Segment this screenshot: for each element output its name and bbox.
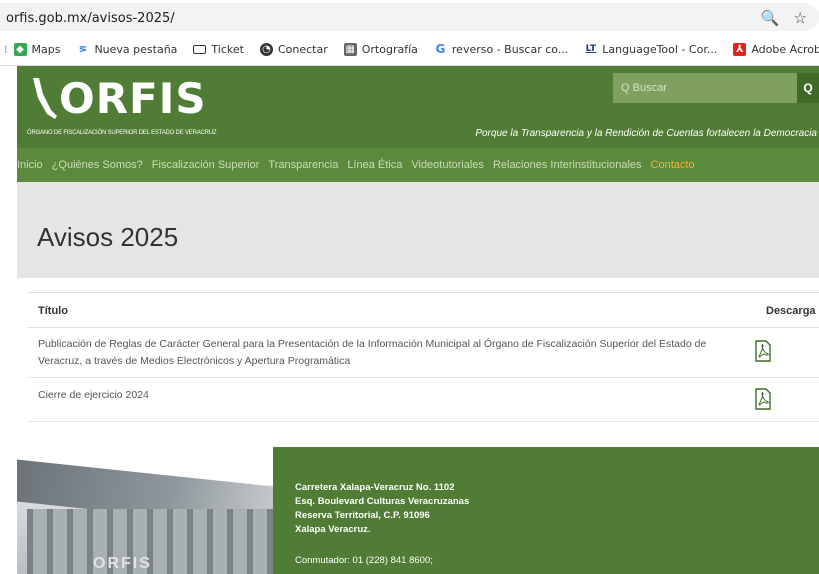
bookmarks-more-icon[interactable]: ⁝: [4, 43, 8, 56]
veracruz-state-icon: [33, 78, 57, 119]
pdf-icon[interactable]: [754, 340, 772, 362]
site-footer: ORFIS Carretera Xalapa-Veracruz No. 1102…: [17, 447, 819, 574]
tagline: Porque la Transparencia y la Rendición d…: [475, 128, 817, 139]
logo-text: ORFIS: [59, 74, 207, 123]
search-icon: Q: [803, 81, 813, 95]
ticket-icon: [193, 45, 207, 54]
nav-item-transparencia[interactable]: Transparencia: [268, 159, 338, 171]
notice-title-link[interactable]: Publicación de Reglas de Carácter Genera…: [38, 336, 748, 370]
building-sign: ORFIS: [93, 555, 152, 572]
nav-item-fiscalizacion-superior[interactable]: Fiscalización Superior: [152, 159, 260, 171]
bookmark-label: Conectar: [277, 43, 328, 56]
notices-table: Título Descarga Publicación de Reglas de…: [27, 292, 819, 422]
bookmark-adobe-acrobat[interactable]: ⅄ Adobe Acrobat: [733, 43, 819, 56]
table-row: Cierre de ejercicio 2024: [27, 378, 819, 422]
building-photo: ORFIS: [17, 447, 273, 574]
pdf-icon[interactable]: [754, 388, 772, 410]
url-field[interactable]: orfis.gob.mx/avisos-2025/ 🔍 ☆: [0, 3, 819, 31]
star-icon[interactable]: ☆: [794, 9, 807, 27]
search-input[interactable]: Q Buscar: [613, 73, 797, 103]
main-nav: Inicio ¿Quiénes Somos? Fiscalización Sup…: [17, 148, 819, 182]
new-tab-icon: ⋝: [78, 44, 88, 55]
google-icon: G: [435, 42, 446, 56]
address-line: Carretera Xalapa-Veracruz No. 1102: [295, 482, 455, 493]
address-line: Esq. Boulevard Culturas Veracruzanas: [295, 496, 470, 507]
logo-subtitle: ÓRGANO DE FISCALIZACIÓN SUPERIOR DEL EST…: [27, 130, 217, 136]
zoom-icon[interactable]: 🔍: [761, 9, 780, 27]
globe-icon: ◔: [259, 43, 273, 56]
nav-item-videotutoriales[interactable]: Videotutoriales: [411, 159, 484, 171]
site-header: ORFIS ÓRGANO DE FISCALIZACIÓN SUPERIOR D…: [17, 66, 819, 148]
bookmark-languagetool[interactable]: LT LanguageTool - Cor...: [584, 43, 718, 56]
bookmark-reverso[interactable]: G reverso - Buscar co...: [434, 42, 569, 57]
bookmark-ortografia[interactable]: ▦ Ortografía: [343, 43, 418, 56]
bookmark-nueva-pestana[interactable]: ⋝ Nueva pestaña: [76, 43, 178, 56]
nav-item-linea-etica[interactable]: Línea Ética: [347, 159, 402, 171]
browser-address-bar: orfis.gob.mx/avisos-2025/ 🔍 ☆: [0, 0, 819, 34]
table-header: Título Descarga: [27, 292, 819, 328]
nav-item-inicio[interactable]: Inicio: [17, 159, 43, 171]
column-header-download: Descarga: [766, 305, 816, 317]
website: ORFIS ÓRGANO DE FISCALIZACIÓN SUPERIOR D…: [17, 66, 819, 574]
bookmark-label: Ticket: [211, 43, 244, 56]
nav-item-contacto[interactable]: Contacto: [651, 159, 695, 171]
table-row: Publicación de Reglas de Carácter Genera…: [27, 328, 819, 378]
bookmark-conectar[interactable]: ◔ Conectar: [259, 43, 328, 56]
column-header-title: Título: [38, 305, 68, 317]
bookmarks-bar: ⁝ ◆ Maps ⋝ Nueva pestaña Ticket ◔ Conect…: [0, 34, 819, 66]
nav-item-relaciones-interinstitucionales[interactable]: Relaciones Interinstitucionales: [493, 159, 642, 171]
bookmark-label: Ortografía: [361, 43, 418, 56]
book-icon: ▦: [343, 43, 357, 56]
footer-phone: Conmutador: 01 (228) 841 8600;: [295, 555, 433, 566]
notice-title-link[interactable]: Cierre de ejercicio 2024: [38, 387, 748, 404]
bookmark-label: Maps: [31, 43, 61, 56]
search-box: Q Buscar Q: [613, 73, 819, 103]
nav-item-quienes-somos[interactable]: ¿Quiénes Somos?: [52, 159, 143, 171]
acrobat-icon: ⅄: [733, 43, 747, 56]
footer-address: Carretera Xalapa-Veracruz No. 1102 Esq. …: [295, 481, 469, 537]
page-title: Avisos 2025: [37, 222, 179, 252]
bookmark-label: Nueva pestaña: [94, 43, 178, 56]
bookmark-maps[interactable]: ◆ Maps: [13, 43, 61, 56]
maps-icon: ◆: [13, 43, 27, 56]
bookmark-ticket[interactable]: Ticket: [193, 43, 244, 56]
bookmark-label: Adobe Acrobat: [751, 43, 819, 56]
address-line: Reserva Territorial, C.P. 91096: [295, 510, 430, 521]
languagetool-icon: LT: [585, 44, 596, 54]
address-line: Xalapa Veracruz.: [295, 524, 371, 535]
bookmark-label: reverso - Buscar co...: [451, 43, 569, 56]
logo[interactable]: ORFIS: [29, 76, 207, 120]
page-banner: Avisos 2025: [17, 182, 819, 278]
bookmark-label: LanguageTool - Cor...: [602, 43, 718, 56]
search-button[interactable]: Q: [797, 73, 819, 103]
url-text[interactable]: orfis.gob.mx/avisos-2025/: [6, 11, 175, 26]
